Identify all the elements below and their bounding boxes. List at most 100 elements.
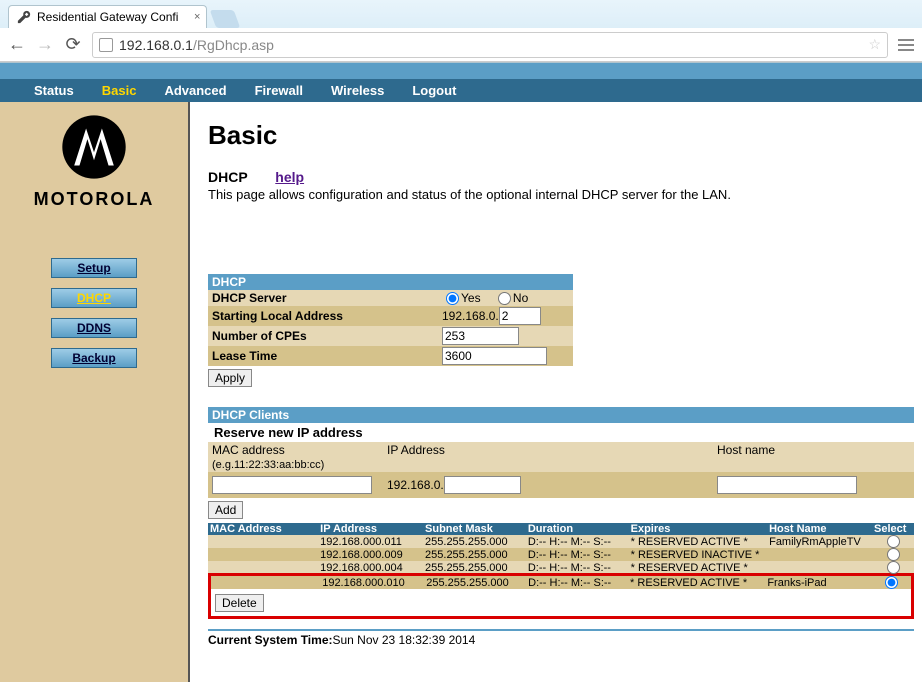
dhcp-no-option[interactable]: No — [494, 291, 528, 305]
lease-select-radio[interactable] — [887, 561, 900, 574]
lease-cell-mask: 255.255.255.000 — [423, 548, 526, 561]
col-mask: Subnet Mask — [423, 523, 526, 535]
reserve-ip-prefix: 192.168.0. — [387, 478, 444, 492]
bookmark-icon[interactable]: ☆ — [868, 36, 881, 53]
col-mac: MAC Address — [208, 523, 318, 535]
lease-select-radio[interactable] — [887, 548, 900, 561]
reload-button[interactable]: ⟳ — [64, 34, 82, 55]
lease-row: 192.168.000.011255.255.255.000D:-- H:-- … — [208, 535, 914, 548]
highlighted-row-box: 192.168.000.010255.255.255.000D:-- H:-- … — [208, 573, 914, 619]
dhcp-server-label: DHCP Server — [208, 290, 438, 306]
col-sel: Select — [872, 523, 914, 535]
content: Basic DHCP help This page allows configu… — [190, 102, 922, 682]
dhcp-yes-option[interactable]: Yes — [442, 291, 481, 305]
url-bar[interactable]: 192.168.0.1/RgDhcp.asp ☆ — [92, 32, 888, 58]
page-title: Basic — [208, 120, 914, 151]
sidebar: MOTOROLA Setup DHCP DDNS Backup — [0, 102, 190, 682]
nav-item-status[interactable]: Status — [20, 81, 88, 100]
nav-item-firewall[interactable]: Firewall — [241, 81, 317, 100]
lease-input[interactable] — [442, 347, 547, 365]
motorola-logo — [0, 114, 188, 183]
top-nav: StatusBasicAdvancedFirewallWirelessLogou… — [0, 79, 922, 102]
lease-cell-ip: 192.168.000.010 — [320, 576, 424, 589]
system-time: Current System Time:Sun Nov 23 18:32:39 … — [208, 629, 914, 647]
close-icon[interactable]: × — [194, 11, 200, 23]
reserve-host-input[interactable] — [717, 476, 857, 494]
lease-cell-exp: * RESERVED ACTIVE * — [629, 561, 767, 574]
apply-button[interactable]: Apply — [208, 369, 252, 387]
wrench-icon — [17, 10, 31, 24]
lease-cell-exp: * RESERVED INACTIVE * — [629, 548, 767, 561]
dhcp-clients-header: DHCP Clients — [208, 407, 914, 423]
lease-cell-host — [767, 548, 872, 561]
lease-table: MAC Address IP Address Subnet Mask Durat… — [208, 523, 914, 574]
cpe-label: Number of CPEs — [208, 326, 438, 346]
tab-title: Residential Gateway Confi — [37, 10, 178, 24]
brand-text: MOTOROLA — [0, 189, 188, 210]
back-button[interactable]: ← — [8, 34, 26, 55]
lease-table-highlight: 192.168.000.010255.255.255.000D:-- H:-- … — [211, 576, 911, 589]
col-exp: Expires — [629, 523, 767, 535]
dhcp-clients-section: DHCP Clients Reserve new IP address MAC … — [208, 407, 914, 619]
col-ip: IP Address — [318, 523, 423, 535]
lease-select-radio[interactable] — [887, 535, 900, 548]
reserve-host-label: Host name — [713, 442, 914, 472]
page-band-top — [0, 63, 922, 79]
lease-cell-mask: 255.255.255.000 — [424, 576, 526, 589]
col-host: Host Name — [767, 523, 872, 535]
nav-item-wireless[interactable]: Wireless — [317, 81, 398, 100]
col-dur: Duration — [526, 523, 629, 535]
page-icon — [99, 38, 113, 52]
browser-chrome: Residential Gateway Confi × ← → ⟳ 192.16… — [0, 0, 922, 63]
reserve-mac-label: MAC address(e.g.11:22:33:aa:bb:cc) — [208, 442, 383, 472]
lease-label: Lease Time — [208, 346, 438, 366]
dhcp-server-value: Yes No — [438, 290, 573, 306]
help-link[interactable]: help — [275, 169, 304, 185]
page-subtitle: DHCP — [208, 169, 248, 185]
delete-button[interactable]: Delete — [215, 594, 264, 612]
lease-cell-exp: * RESERVED ACTIVE * — [629, 535, 767, 548]
reserve-table: MAC address(e.g.11:22:33:aa:bb:cc) IP Ad… — [208, 442, 914, 498]
reserve-ip-label: IP Address — [383, 442, 713, 472]
forward-button[interactable]: → — [36, 34, 54, 55]
lease-select-radio[interactable] — [885, 576, 898, 589]
start-addr-input[interactable] — [499, 307, 541, 325]
sidebar-item-setup[interactable]: Setup — [51, 258, 137, 278]
reserve-title: Reserve new IP address — [208, 423, 914, 442]
nav-item-basic[interactable]: Basic — [88, 81, 151, 100]
add-button[interactable]: Add — [208, 501, 243, 519]
lease-row: 192.168.000.010255.255.255.000D:-- H:-- … — [211, 576, 911, 589]
sidebar-item-ddns[interactable]: DDNS — [51, 318, 137, 338]
page-body: MOTOROLA Setup DHCP DDNS Backup Basic DHCP … — [0, 102, 922, 682]
start-addr-prefix: 192.168.0. — [442, 309, 499, 323]
lease-cell-dur: D:-- H:-- M:-- S:-- — [526, 535, 629, 548]
lease-cell-ip: 192.168.000.009 — [318, 548, 423, 561]
cpe-input[interactable] — [442, 327, 519, 345]
sidebar-item-dhcp[interactable]: DHCP — [51, 288, 137, 308]
nav-item-logout[interactable]: Logout — [398, 81, 470, 100]
tab-bar: Residential Gateway Confi × — [0, 0, 922, 28]
reserve-mac-input[interactable] — [212, 476, 372, 494]
nav-item-advanced[interactable]: Advanced — [150, 81, 240, 100]
browser-tab[interactable]: Residential Gateway Confi × — [8, 5, 207, 28]
nav-bar: ← → ⟳ 192.168.0.1/RgDhcp.asp ☆ — [0, 28, 922, 62]
dhcp-section-header: DHCP — [208, 274, 573, 290]
lease-cell-select — [872, 535, 914, 548]
new-tab-button[interactable] — [210, 10, 241, 28]
dhcp-yes-radio[interactable] — [446, 292, 459, 305]
lease-cell-ip: 192.168.000.011 — [318, 535, 423, 548]
lease-row: 192.168.000.009255.255.255.000D:-- H:-- … — [208, 548, 914, 561]
lease-cell-exp: * RESERVED ACTIVE * — [628, 576, 765, 589]
menu-icon[interactable] — [898, 39, 914, 51]
lease-cell-dur: D:-- H:-- M:-- S:-- — [526, 548, 629, 561]
lease-cell-select — [869, 576, 911, 589]
lease-cell-mac — [211, 576, 320, 589]
lease-cell-select — [872, 548, 914, 561]
lease-cell-host: Franks-iPad — [765, 576, 869, 589]
url-text: 192.168.0.1/RgDhcp.asp — [119, 37, 274, 53]
lease-cell-dur: D:-- H:-- M:-- S:-- — [526, 576, 628, 589]
sidebar-item-backup[interactable]: Backup — [51, 348, 137, 368]
reserve-ip-input[interactable] — [444, 476, 521, 494]
page-description: This page allows configuration and statu… — [208, 187, 914, 202]
dhcp-no-radio[interactable] — [498, 292, 511, 305]
